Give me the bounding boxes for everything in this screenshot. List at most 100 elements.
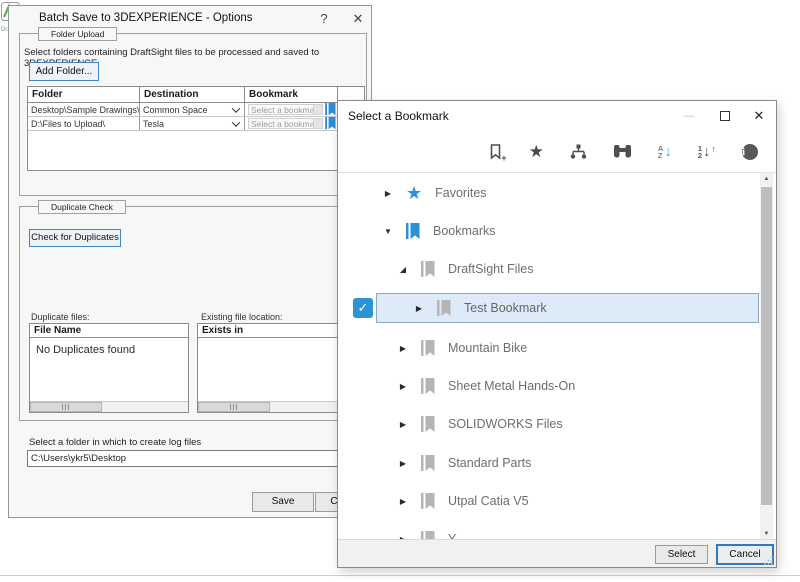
bookmark-combo-value: Select a bookmark... — [249, 105, 313, 115]
add-folder-button[interactable]: Add Folder... — [29, 62, 99, 81]
scroll-up-icon[interactable]: ▲ — [760, 173, 773, 186]
tree-item-label: Utpal Catia V5 — [448, 494, 529, 508]
select-bookmark-dialog: Select a Bookmark — ✕ + ★ — [337, 100, 777, 568]
bookmark-icon-blue — [406, 223, 420, 240]
tree-item-sheet-metal[interactable]: ▶ Sheet Metal Hands-On — [398, 374, 575, 398]
tree-item-test-bookmark-selected[interactable]: ▶ Test Bookmark — [376, 293, 759, 323]
resize-grip-icon[interactable] — [764, 555, 774, 565]
bookmark-icon-gray — [421, 378, 435, 395]
sort-alphabetical-icon[interactable]: A Z ↓ — [658, 144, 672, 159]
collapsed-arrow-icon[interactable]: ▶ — [414, 304, 424, 313]
sort-12-bottom: 2 — [698, 152, 702, 159]
column-header-destination[interactable]: Destination — [140, 87, 245, 102]
existing-location-label: Existing file location: — [201, 312, 283, 322]
hierarchy-icon[interactable] — [570, 144, 587, 160]
select-button[interactable]: Select — [655, 545, 708, 564]
batch-save-options-dialog: Batch Save to 3DEXPERIENCE - Options ? ✕… — [8, 5, 372, 518]
tree-item-label: Sheet Metal Hands-On — [448, 379, 575, 393]
tree-item-mountain-bike[interactable]: ▶ Mountain Bike — [398, 336, 527, 360]
add-bookmark-icon[interactable]: + — [490, 144, 503, 160]
duplicate-files-list: File Name No Duplicates found — [29, 323, 189, 413]
tree-item-favorites[interactable]: ▶ ★ Favorites — [383, 181, 487, 205]
minimize-icon[interactable]: — — [680, 107, 698, 125]
table-row[interactable]: D:\Files to Upload\ Tesla Select a bookm… — [28, 117, 364, 131]
bookmark-icon-gray — [421, 493, 435, 510]
collapsed-arrow-icon[interactable]: ▶ — [398, 382, 408, 391]
search-binoculars-icon[interactable] — [613, 144, 632, 159]
tree-item-utpal-catia[interactable]: ▶ Utpal Catia V5 — [398, 489, 529, 513]
folder-table-header: Folder Destination Bookmark — [28, 87, 364, 103]
bookmark-picker-button[interactable] — [324, 117, 337, 130]
tree-item-standard-parts[interactable]: ▶ Standard Parts — [398, 451, 531, 475]
collapsed-arrow-icon[interactable]: ▶ — [398, 344, 408, 353]
expanded-arrow-icon[interactable]: ◢ — [398, 265, 408, 274]
tree-item-label: DraftSight Files — [448, 262, 533, 276]
collapsed-arrow-icon[interactable]: ▶ — [398, 420, 408, 429]
column-header-folder[interactable]: Folder — [28, 87, 140, 102]
scrollbar-thumb[interactable] — [761, 187, 772, 505]
screen: DraftSight Batch Save to 3DEXPERIENCE - … — [0, 0, 800, 582]
exists-in-header[interactable]: Exists in — [198, 324, 356, 338]
bookmark-combo-dropdown[interactable] — [313, 119, 322, 128]
destination-value: Common Space — [143, 105, 208, 115]
close-icon[interactable]: ✕ — [750, 107, 768, 125]
favorites-star-icon: ★ — [406, 184, 422, 202]
check-for-duplicates-button[interactable]: Check for Duplicates — [29, 229, 121, 247]
chevron-down-icon[interactable] — [232, 118, 240, 126]
folder-table: Folder Destination Bookmark Desktop\Samp… — [27, 86, 365, 171]
collapsed-arrow-icon[interactable]: ▶ — [383, 189, 393, 198]
help-button[interactable]: ? — [315, 10, 333, 28]
collapsed-arrow-icon[interactable]: ▶ — [398, 459, 408, 468]
down-arrow-glyph: ↓ — [703, 144, 711, 159]
bookmark-dialog-titlebar: Select a Bookmark — ✕ — [338, 101, 776, 127]
batch-dialog-title: Batch Save to 3DEXPERIENCE - Options — [39, 12, 252, 24]
maximize-icon[interactable] — [716, 107, 734, 125]
down-arrow-glyph: ↓ — [664, 144, 672, 159]
bookmark-picker-button[interactable] — [324, 103, 337, 116]
tree-item-label: Bookmarks — [433, 224, 496, 238]
scrollbar-thumb[interactable] — [30, 402, 102, 412]
bookmark-combo-value: Select a bookmark... — [249, 119, 313, 129]
destination-combo[interactable]: Common Space — [140, 103, 245, 116]
bookmark-dialog-title: Select a Bookmark — [348, 109, 449, 123]
destination-value: Tesla — [143, 119, 164, 129]
chevron-down-icon[interactable] — [232, 104, 240, 112]
log-folder-input[interactable] — [27, 450, 365, 467]
horizontal-scrollbar[interactable] — [30, 401, 188, 412]
log-folder-label: Select a folder in which to create log f… — [29, 437, 201, 448]
expanded-arrow-icon[interactable]: ▼ — [383, 227, 393, 236]
favorites-star-icon[interactable]: ★ — [529, 143, 544, 160]
tree-item-bookmarks[interactable]: ▼ Bookmarks — [383, 219, 496, 243]
tree-item-draftsight-files[interactable]: ◢ DraftSight Files — [398, 257, 533, 281]
folder-cell[interactable]: D:\Files to Upload\ — [28, 117, 140, 130]
bookmark-combo[interactable]: Select a bookmark... — [248, 104, 323, 115]
folder-cell[interactable]: Desktop\Sample Drawings\ — [28, 103, 140, 116]
bookmark-combo[interactable]: Select a bookmark... — [248, 118, 323, 129]
horizontal-scrollbar[interactable] — [198, 401, 356, 412]
file-name-header[interactable]: File Name — [30, 324, 188, 338]
bookmark-tree: ▶ ★ Favorites ▼ Bookmarks ◢ DraftSight F… — [344, 173, 773, 541]
grip-icon — [230, 404, 239, 410]
collapsed-arrow-icon[interactable]: ▶ — [398, 497, 408, 506]
checkbox-checked[interactable]: ✓ — [353, 298, 373, 318]
tree-item-label: Test Bookmark — [464, 301, 547, 315]
bookmark-combo-dropdown[interactable] — [313, 105, 322, 114]
scrollbar-thumb[interactable] — [198, 402, 270, 412]
bookmark-icon-gray — [421, 340, 435, 357]
column-header-bookmark[interactable]: Bookmark — [245, 87, 338, 102]
tree-item-solidworks-files[interactable]: ▶ SOLIDWORKS Files — [398, 412, 563, 436]
plus-glyph: + — [501, 153, 506, 163]
tree-item-label: SOLIDWORKS Files — [448, 417, 563, 431]
info-icon[interactable]: i — [742, 144, 758, 160]
table-row[interactable]: Desktop\Sample Drawings\ Common Space Se… — [28, 103, 364, 117]
tree-item-label: Mountain Bike — [448, 341, 527, 355]
vertical-scrollbar[interactable]: ▲ ▼ — [760, 173, 773, 541]
destination-combo[interactable]: Tesla — [140, 117, 245, 130]
tree-item-label: Standard Parts — [448, 456, 531, 470]
window-edge — [0, 575, 800, 576]
close-icon[interactable]: ✕ — [349, 10, 367, 28]
duplicate-files-label: Duplicate files: — [31, 312, 90, 322]
save-button[interactable]: Save — [252, 492, 314, 512]
sort-numeric-icon[interactable]: 1 2 ↓ ↑ — [698, 144, 716, 159]
bookmark-cell: Select a bookmark... — [245, 117, 338, 130]
